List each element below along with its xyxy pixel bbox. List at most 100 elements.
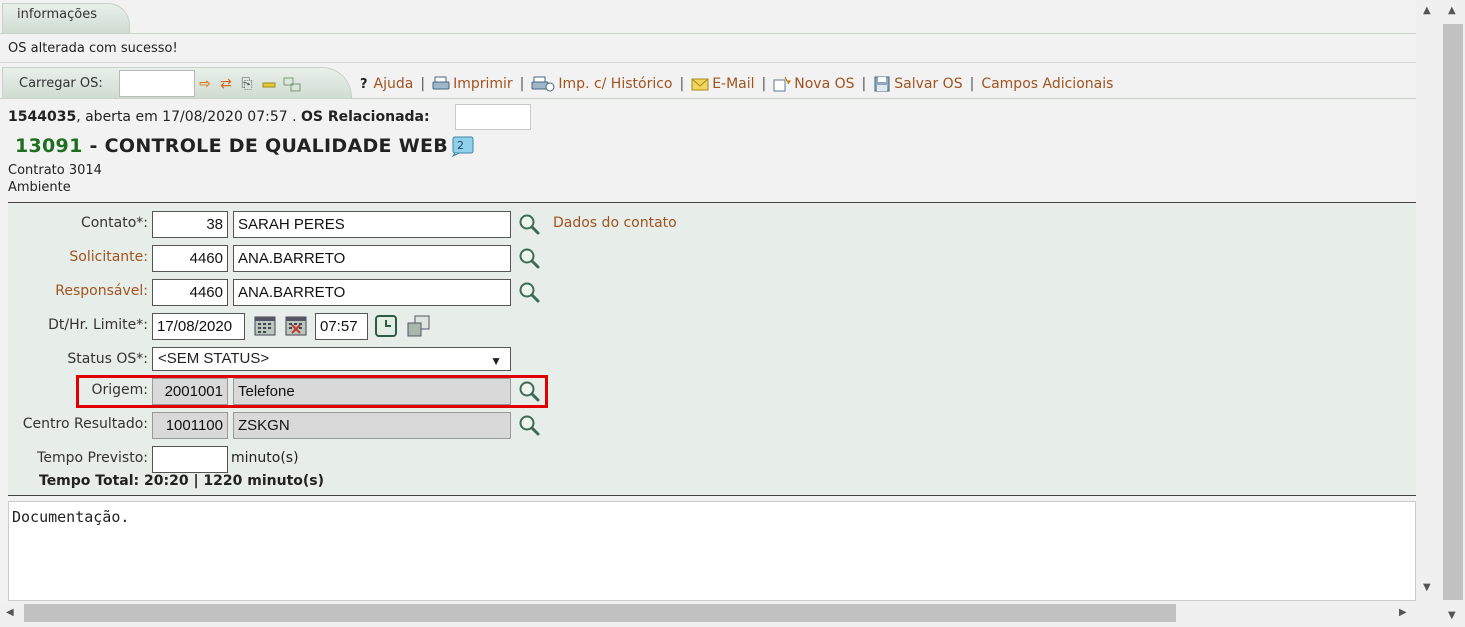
toolbar-divider	[0, 98, 1416, 99]
responsible-code-field[interactable]: 4460	[152, 279, 228, 306]
page-scroll-down-icon[interactable]: ▼	[1448, 610, 1456, 621]
origin-highlight-box	[76, 375, 548, 408]
requester-search-icon[interactable]	[517, 246, 541, 270]
content-area: informações OS alterada com sucesso! Car…	[0, 0, 1416, 601]
email-link-label: E-Mail	[712, 76, 755, 92]
clock-icon[interactable]	[375, 315, 397, 337]
print-link-label: Imprimir	[453, 76, 513, 92]
calendar-icon[interactable]	[254, 315, 276, 337]
info-tab-label: informações	[17, 7, 97, 22]
contract-number: Contrato 3014	[8, 163, 102, 178]
result-center-label: Centro Resultado:	[22, 416, 148, 432]
scroll-up-icon[interactable]: ▲	[1423, 5, 1431, 16]
new-os-label: Nova OS	[794, 76, 855, 92]
notes-icon[interactable]: 2	[449, 135, 475, 158]
contact-label: Contato*:	[80, 215, 148, 231]
print-link[interactable]: Imprimir	[432, 76, 513, 92]
toolbar-separator: |	[420, 76, 426, 92]
toolbar-separator: |	[969, 76, 975, 92]
responsible-name-field[interactable]: ANA.BARRETO	[233, 279, 511, 306]
floppy-disk-icon	[873, 76, 891, 92]
print-history-link[interactable]: Imp. c/ Histórico	[531, 76, 672, 92]
os-number: 1544035	[8, 109, 77, 125]
horizontal-scroll-thumb[interactable]	[24, 604, 1176, 622]
new-os-link[interactable]: Nova OS	[773, 76, 855, 92]
scroll-left-icon[interactable]: ◀	[6, 607, 14, 618]
contact-code-field[interactable]: 38	[152, 211, 228, 238]
scroll-down-icon[interactable]: ▼	[1423, 582, 1431, 593]
contact-name-field[interactable]: SARAH PERES	[233, 211, 511, 238]
section-divider	[0, 62, 1416, 63]
save-os-label: Salvar OS	[894, 76, 963, 92]
total-time: Tempo Total: 20:20 | 1220 minuto(s)	[39, 473, 325, 489]
os-opened-text: , aberta em 17/08/2020 07:57 .	[76, 109, 301, 125]
contract-info: Contrato 3014 Ambiente	[8, 162, 102, 196]
load-os-tab: Carregar OS: ⇨ ⇄ ⎘	[2, 67, 352, 99]
help-link[interactable]: Ajuda	[374, 76, 414, 92]
requester-label[interactable]: Solicitante:	[69, 249, 148, 265]
printer-icon	[432, 76, 450, 92]
info-tab[interactable]: informações	[2, 3, 130, 33]
inner-vertical-scrollbar[interactable]	[1416, 0, 1440, 601]
environment-label: Ambiente	[8, 180, 71, 195]
printer-history-icon	[531, 76, 555, 92]
calendar-clear-icon[interactable]	[285, 315, 307, 337]
action-toolbar: ? Ajuda | Imprimir | Imp. c/ Histórico |…	[360, 76, 1113, 92]
client-code: 13091	[15, 135, 83, 157]
minutes-unit: minuto(s)	[231, 450, 299, 466]
client-name: - CONTROLE DE QUALIDADE WEB	[82, 135, 449, 157]
deadline-time-field[interactable]: 07:57	[315, 313, 368, 340]
load-os-label: Carregar OS:	[19, 76, 103, 91]
swap-icon[interactable]: ⇄	[218, 76, 234, 92]
notes-count: 2	[457, 139, 464, 152]
result-center-name-field: ZSKGN	[233, 412, 511, 439]
contact-details-link[interactable]: Dados do contato	[553, 215, 677, 231]
requester-name-field[interactable]: ANA.BARRETO	[233, 245, 511, 272]
responsible-label[interactable]: Responsável:	[55, 283, 148, 299]
success-message: OS alterada com sucesso!	[8, 41, 178, 56]
minus-icon[interactable]	[261, 76, 277, 92]
envelope-icon	[691, 76, 709, 92]
os-window: informações OS alterada com sucesso! Car…	[0, 0, 1440, 627]
estimated-time-label: Tempo Previsto:	[37, 450, 148, 466]
copy-datetime-icon[interactable]	[407, 315, 431, 337]
status-select[interactable]: <SEM STATUS> ▼	[152, 347, 511, 371]
scroll-right-icon[interactable]: ▶	[1399, 607, 1407, 618]
extra-fields-link[interactable]: Campos Adicionais	[981, 76, 1113, 92]
description-textarea[interactable]: Documentação.	[8, 501, 1416, 601]
related-os-label: OS Relacionada:	[301, 109, 430, 125]
os-summary: 1544035, aberta em 17/08/2020 07:57 . OS…	[8, 109, 430, 125]
help-icon[interactable]: ?	[360, 77, 368, 92]
deadline-date-field[interactable]: 17/08/2020	[152, 313, 245, 340]
email-link[interactable]: E-Mail	[691, 76, 755, 92]
attachment-icon[interactable]: ⎘	[239, 76, 255, 92]
client-title: 13091 - CONTROLE DE QUALIDADE WEB	[15, 135, 448, 157]
description-text: Documentação.	[12, 508, 130, 526]
info-divider	[0, 33, 1416, 34]
contact-search-icon[interactable]	[517, 212, 541, 236]
responsible-search-icon[interactable]	[517, 280, 541, 304]
load-os-input[interactable]	[119, 70, 195, 97]
toolbar-separator: |	[679, 76, 685, 92]
chevron-down-icon: ▼	[490, 354, 502, 368]
print-history-label: Imp. c/ Histórico	[558, 76, 673, 92]
related-os-input[interactable]	[455, 104, 531, 130]
extra-fields-label: Campos Adicionais	[981, 76, 1114, 92]
toolbar-separator: |	[761, 76, 767, 92]
help-link-label: Ajuda	[373, 76, 414, 92]
status-selected-value: <SEM STATUS>	[158, 350, 270, 367]
page-scroll-up-icon[interactable]: ▲	[1448, 5, 1456, 16]
toolbar-separator: |	[519, 76, 525, 92]
deadline-label: Dt/Hr. Limite*:	[48, 317, 148, 333]
save-os-link[interactable]: Salvar OS	[873, 76, 963, 92]
result-center-search-icon[interactable]	[517, 413, 541, 437]
page-scroll-thumb[interactable]	[1443, 24, 1463, 600]
toolbar-separator: |	[861, 76, 867, 92]
requester-code-field[interactable]: 4460	[152, 245, 228, 272]
os-form: Contato*: 38 SARAH PERES Dados do contat…	[8, 202, 1416, 496]
estimated-time-field[interactable]	[152, 446, 228, 473]
result-center-code-field: 1001100	[152, 412, 228, 439]
link-window-icon[interactable]	[283, 76, 301, 92]
status-label: Status OS*:	[67, 351, 148, 367]
go-arrow-icon[interactable]: ⇨	[197, 76, 213, 92]
